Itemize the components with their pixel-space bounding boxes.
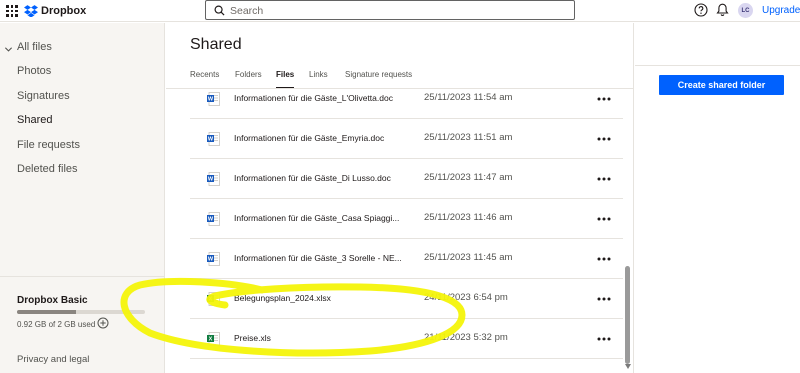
file-modified-date: 25/11/2023 11:45 am: [424, 252, 513, 263]
add-storage-icon[interactable]: [97, 317, 109, 329]
svg-text:W: W: [208, 177, 214, 183]
word-file-icon: W: [207, 92, 220, 106]
word-file-icon: W: [207, 252, 220, 266]
more-options-icon[interactable]: [597, 297, 611, 301]
scrollbar-thumb[interactable]: [625, 266, 630, 364]
word-file-icon: W: [207, 212, 220, 226]
file-modified-date: 25/11/2023 11:47 am: [424, 172, 513, 183]
sidebar-item-deleted-files[interactable]: Deleted files: [17, 163, 78, 175]
notifications-bell-icon[interactable]: [716, 3, 729, 17]
file-modified-date: 24/11/2023 6:54 pm: [424, 292, 508, 303]
more-options-icon[interactable]: [597, 137, 611, 141]
file-row[interactable]: W Informationen für die Gäste_3 Sorelle -…: [190, 239, 623, 279]
more-options-icon[interactable]: [597, 217, 611, 221]
tab-recents[interactable]: Recents: [190, 70, 219, 87]
svg-text:X: X: [209, 297, 213, 303]
file-name[interactable]: Informationen für die Gäste_L'Olivetta.d…: [234, 93, 402, 103]
page-title: Shared: [190, 36, 242, 53]
create-shared-folder-button[interactable]: Create shared folder: [659, 75, 784, 95]
privacy-and-legal-link[interactable]: Privacy and legal: [17, 354, 89, 365]
chevron-down-icon[interactable]: [4, 45, 13, 54]
more-options-icon[interactable]: [597, 177, 611, 181]
search-icon: [214, 5, 225, 16]
sidebar-item-file-requests[interactable]: File requests: [17, 139, 80, 151]
upgrade-link[interactable]: Upgrade: [762, 5, 800, 16]
tabs-divider-extension: [635, 65, 800, 66]
tab-folders[interactable]: Folders: [235, 70, 262, 87]
svg-text:W: W: [208, 217, 214, 223]
app-grid-icon[interactable]: [6, 5, 18, 17]
help-icon[interactable]: [694, 3, 708, 17]
file-row[interactable]: W Informationen für die Gäste_Emyria.doc 2…: [190, 119, 623, 159]
excel-file-icon: X: [207, 332, 220, 346]
file-row[interactable]: X Preise.xls 21/11/2023 5:32 pm: [190, 319, 623, 359]
svg-text:W: W: [208, 97, 214, 103]
file-row[interactable]: W Informationen für die Gäste_Di Lusso.do…: [190, 159, 623, 199]
sidebar-item-all-files[interactable]: All files: [17, 41, 52, 53]
sidebar: All files Photos Signatures Shared File …: [0, 23, 165, 373]
svg-text:W: W: [208, 137, 214, 143]
storage-usage-text: 0.92 GB of 2 GB used: [17, 320, 96, 329]
plan-title: Dropbox Basic: [17, 295, 88, 306]
account-avatar[interactable]: LC: [738, 3, 753, 18]
more-options-icon[interactable]: [597, 337, 611, 341]
scroll-down-arrow-icon[interactable]: [625, 364, 631, 369]
file-modified-date: 25/11/2023 11:54 am: [424, 92, 513, 103]
file-name[interactable]: Informationen für die Gäste_3 Sorelle - …: [234, 253, 402, 263]
file-modified-date: 21/11/2023 5:32 pm: [424, 332, 508, 343]
more-options-icon[interactable]: [597, 257, 611, 261]
dropbox-logo-icon: [24, 5, 38, 17]
file-name[interactable]: Belegungsplan_2024.xlsx: [234, 293, 402, 303]
file-modified-date: 25/11/2023 11:51 am: [424, 132, 513, 143]
dropbox-logo[interactable]: Dropbox: [24, 3, 86, 19]
main-content: Shared Recents Folders Files Links Signa…: [166, 23, 634, 373]
tab-signature-requests[interactable]: Signature requests: [345, 70, 412, 87]
file-name[interactable]: Informationen für die Gäste_Di Lusso.doc: [234, 173, 402, 183]
tab-links[interactable]: Links: [309, 70, 328, 87]
dropbox-logo-text: Dropbox: [41, 5, 87, 17]
storage-usage-bar: [17, 310, 145, 314]
search-input[interactable]: [230, 3, 560, 18]
file-row[interactable]: X Belegungsplan_2024.xlsx 24/11/2023 6:54 …: [190, 279, 623, 319]
excel-file-icon: X: [207, 292, 220, 306]
svg-text:X: X: [209, 337, 213, 343]
sidebar-divider: [0, 276, 164, 277]
word-file-icon: W: [207, 132, 220, 146]
file-name[interactable]: Preise.xls: [234, 333, 402, 343]
file-name[interactable]: Informationen für die Gäste_Emyria.doc: [234, 133, 402, 143]
tab-files[interactable]: Files: [276, 70, 295, 89]
file-modified-date: 25/11/2023 11:46 am: [424, 212, 513, 223]
storage-usage-fill: [17, 310, 76, 314]
more-options-icon[interactable]: [597, 97, 611, 101]
file-row[interactable]: W Informationen für die Gäste_L'Olivetta.…: [190, 89, 623, 119]
sidebar-item-shared[interactable]: Shared: [17, 114, 52, 126]
sidebar-item-photos[interactable]: Photos: [17, 65, 51, 77]
search-box[interactable]: [205, 0, 575, 20]
top-bar: Dropbox LC Upgrade: [0, 0, 800, 22]
word-file-icon: W: [207, 172, 220, 186]
file-name[interactable]: Informationen für die Gäste_Casa Spiaggi…: [234, 213, 402, 223]
file-row[interactable]: W Informationen für die Gäste_Casa Spiagg…: [190, 199, 623, 239]
svg-text:W: W: [208, 257, 214, 263]
file-list: W Informationen für die Gäste_L'Olivetta.…: [190, 89, 623, 373]
sidebar-item-signatures[interactable]: Signatures: [17, 90, 70, 102]
